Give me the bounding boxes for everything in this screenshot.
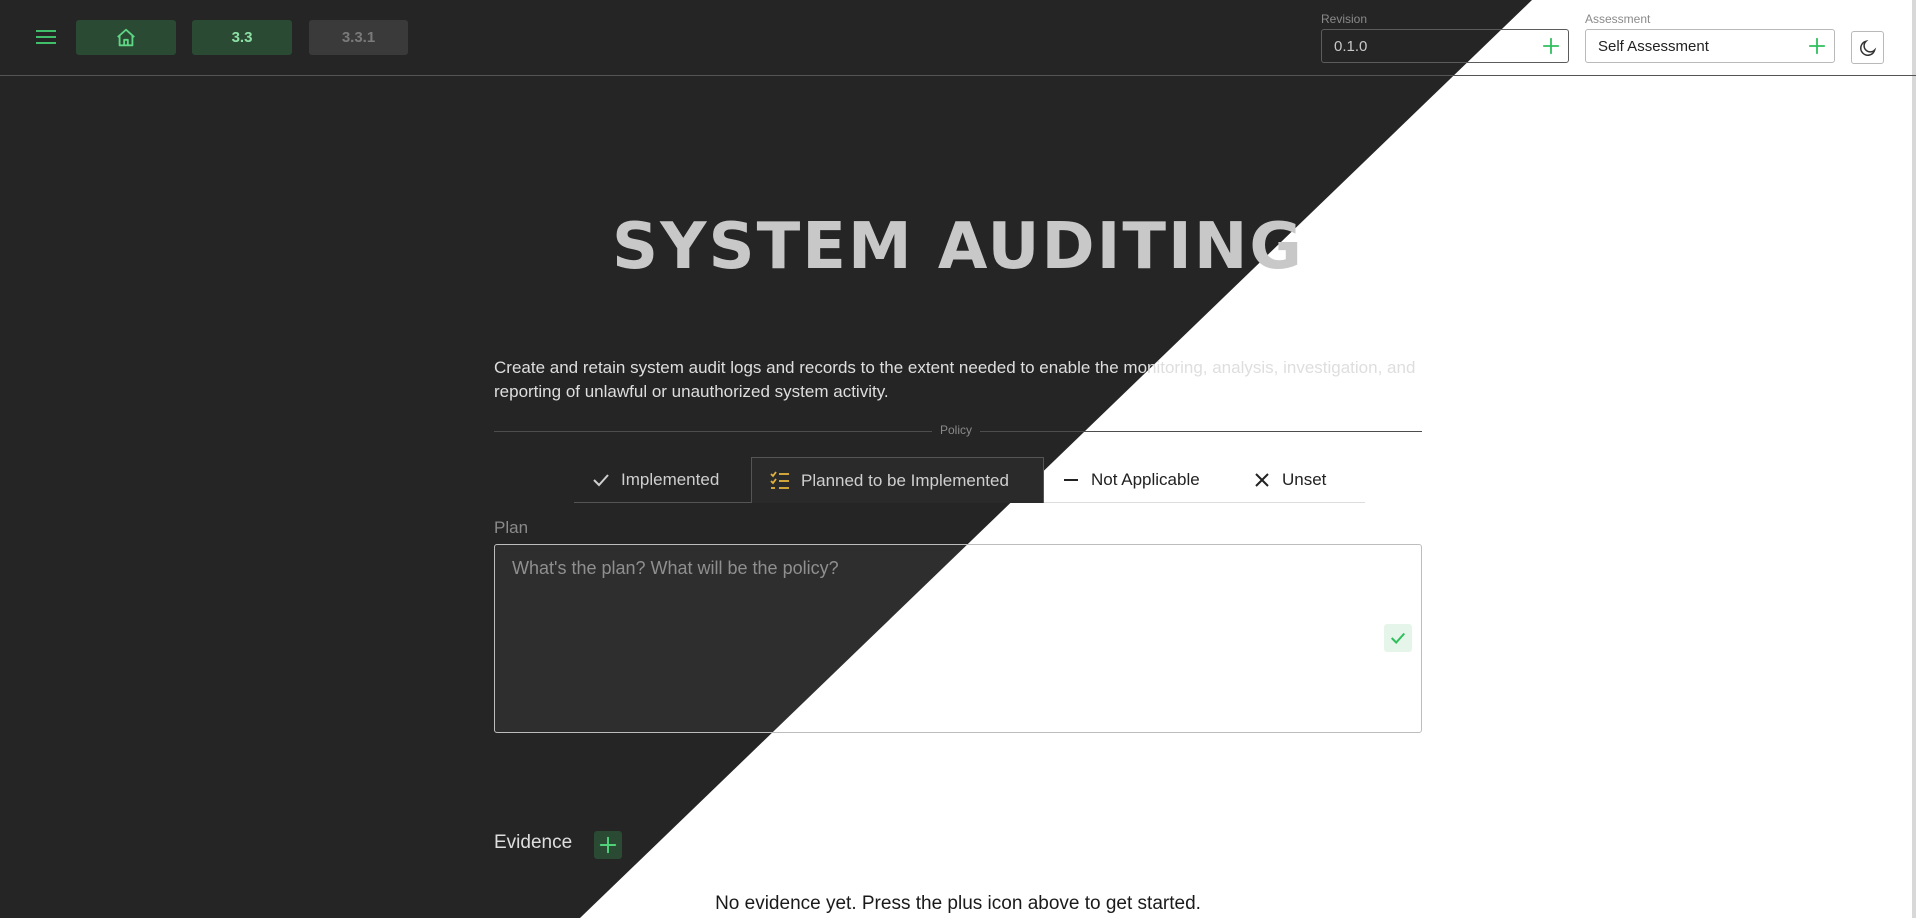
checklist-icon [770,470,789,489]
add-assessment-icon[interactable] [1808,37,1826,55]
evidence-empty-message: No evidence yet. Press the plus icon abo… [715,893,1201,914]
x-icon [1255,472,1269,487]
tab-not-applicable-label: Not Applicable [1091,469,1200,489]
theme-toggle-button[interactable] [1851,31,1884,64]
moon-icon [1859,39,1876,56]
home-icon [117,28,135,46]
assessment-select[interactable]: Self Assessment [1585,29,1835,63]
plan-placeholder: What's the plan? What will be the policy… [512,558,839,578]
evidence-heading: Evidence [494,832,573,853]
minus-icon [1064,478,1078,481]
tab-implemented-label: Implemented [621,469,720,489]
hamburger-menu-icon[interactable] [34,26,58,50]
assessment-value: Self Assessment [1598,37,1709,55]
plus-icon [599,836,617,854]
plan-label: Plan [494,518,529,537]
assessment-label: Assessment [1585,12,1651,26]
check-icon [1390,632,1406,644]
policy-section-label: Policy [932,423,981,437]
policy-tabs: Implemented Planned to be Implemented No… [574,457,1365,503]
check-icon [593,473,609,486]
tab-planned[interactable]: Planned to be Implemented [751,457,1044,503]
breadcrumb-subsection[interactable]: 3.3.1 [309,20,408,55]
add-revision-icon[interactable] [1542,37,1560,55]
control-description: Create and retain system audit logs and … [494,358,1416,401]
tab-unset[interactable]: Unset [1235,457,1365,503]
plan-textarea[interactable]: What's the plan? What will be the policy… [494,544,1422,733]
top-bar: 3.3 3.3.1 Revision 0.1.0 Assessment Self… [0,0,1916,76]
save-plan-button[interactable] [1384,624,1412,652]
page-title: SYSTEM AUDITING [612,210,1304,284]
breadcrumb-section[interactable]: 3.3 [192,20,292,55]
tab-implemented[interactable]: Implemented [574,457,751,503]
tab-unset-label: Unset [1282,469,1327,489]
tab-not-applicable[interactable]: Not Applicable [1044,457,1235,503]
scrollbar-track[interactable] [1912,0,1916,918]
add-evidence-button[interactable] [594,831,622,859]
revision-value: 0.1.0 [1334,37,1368,55]
tab-planned-label: Planned to be Implemented [801,470,1009,490]
revision-select[interactable]: 0.1.0 [1321,29,1569,63]
revision-label: Revision [1321,12,1368,26]
breadcrumb-home[interactable] [76,20,176,55]
